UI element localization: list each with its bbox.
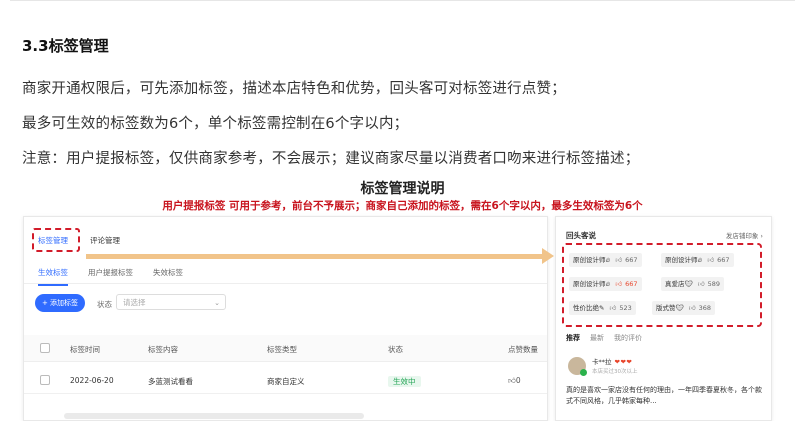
figure-subtitle: 用户提报标签 可用于参考，前台不予展示；商家自己添加的标签，需在6个字以内，最多… <box>162 200 643 212</box>
select-all-checkbox[interactable] <box>40 343 50 353</box>
admin-panel: 标签管理 评论管理 生效标签 用户提报标签 失效标签 + 添加标签 状态 请选择… <box>23 216 548 421</box>
row-status-cell: 生效中 <box>388 376 421 387</box>
partial-row <box>64 413 364 419</box>
row-content: 多蓝测试看看 <box>148 377 193 386</box>
tag-chip[interactable]: 原创设计师🔥︎ 👍︎ 667 <box>569 253 642 267</box>
row-time: 2022-06-20 <box>70 376 114 385</box>
row-checkbox[interactable] <box>40 375 50 385</box>
paragraph-2: 最多可生效的标签数为6个，单个标签需控制在6个字以内； <box>22 116 409 132</box>
tag-label: 版式赞 <box>656 304 676 312</box>
tab-latest[interactable]: 最新 <box>590 333 604 343</box>
highlight-box <box>32 228 80 252</box>
reviewer-name: 卡**拉 <box>592 358 612 366</box>
tag-chip[interactable]: 版式赞💛︎ 👍︎ 368 <box>652 301 716 315</box>
phone-preview: 回头客说 发店铺印象 › 原创设计师🔥︎ 👍︎ 667 原创设计师🔥︎ 👍︎ 667… <box>555 216 772 421</box>
figure-title: 标签管理说明 <box>360 181 445 197</box>
hearts-rating: ❤❤❤ <box>614 358 633 366</box>
tag-count: 589 <box>707 280 721 288</box>
tag-label: 真爱店 <box>665 280 685 288</box>
tag-label: 性价比绝 <box>573 304 599 312</box>
status-filter-select[interactable]: 请选择 ⌄ <box>116 294 226 310</box>
tag-count: 667 <box>625 280 638 288</box>
fire-icon: 🔥︎ <box>605 256 611 264</box>
tag-chip[interactable]: 性价比绝✎ 👍︎ 523 <box>569 301 636 315</box>
thumbs-up-icon: 👍︎ <box>615 280 623 288</box>
col-likes: 点赞数量 <box>508 345 538 354</box>
thumbs-up-icon: 👍︎ <box>707 256 715 264</box>
tag-chip[interactable]: 原创设计师🔥︎ 👍︎ 667 <box>661 253 734 267</box>
add-tag-button[interactable]: + 添加标签 <box>35 294 85 312</box>
tag-count: 523 <box>619 304 632 312</box>
table-row: 2022-06-20 多蓝测试看看 商家自定义 生效中 👍︎0 <box>24 367 547 394</box>
reviewer-meta: 本店买过30次以上 <box>592 369 638 375</box>
tab-my-reviews[interactable]: 我的评价 <box>614 333 642 343</box>
tag-label: 原创设计师 <box>665 256 698 264</box>
tab-review-management[interactable]: 评论管理 <box>90 235 120 246</box>
thumbs-up-icon: 👍︎ <box>688 304 696 312</box>
status-filter-placeholder: 请选择 <box>123 298 146 307</box>
heart-icon: 💛︎ <box>684 280 693 288</box>
status-filter-label: 状态 <box>97 300 112 309</box>
review-tabs: 推荐 最新 我的评价 <box>566 333 642 343</box>
tab-recommended[interactable]: 推荐 <box>566 333 580 343</box>
sparkle-icon: ✎ <box>599 304 605 312</box>
phone-section-title: 回头客说 <box>566 231 596 240</box>
top-divider <box>10 0 795 1</box>
fire-icon: 🔥︎ <box>697 256 703 264</box>
col-content: 标签内容 <box>148 345 178 354</box>
heart-icon: 💛︎ <box>675 304 684 312</box>
table-header: 标签时间 标签内容 标签类型 状态 点赞数量 <box>24 335 547 362</box>
reviewer-name-line: 卡**拉 ❤❤❤ <box>592 356 632 366</box>
tag-count: 368 <box>698 304 712 312</box>
col-time: 标签时间 <box>70 345 100 354</box>
store-impression-link[interactable]: 发店铺印象 › <box>726 230 763 240</box>
tag-chip[interactable]: 原创设计师🔥︎ 👍︎ 667 <box>569 277 642 291</box>
tag-count: 667 <box>625 256 638 264</box>
fire-icon: 🔥︎ <box>605 280 611 288</box>
status-badge: 生效中 <box>388 376 421 387</box>
row-likes-cell: 👍︎0 <box>508 376 521 386</box>
row-type: 商家自定义 <box>267 377 305 386</box>
section-title: 3.3标签管理 <box>22 37 109 55</box>
thumbs-up-icon: 👍︎ <box>609 304 617 312</box>
verified-badge-icon <box>580 369 587 376</box>
chevron-down-icon: ⌄ <box>214 299 220 307</box>
arrow-right-icon <box>542 248 554 264</box>
review-text: 真的是喜欢一家店没有任何的理由，一年四季春夏秋冬，各个款式不同风格，几乎韩家每种… <box>566 386 762 405</box>
col-status: 状态 <box>388 345 403 354</box>
thumbs-up-icon: 👍︎ <box>615 256 623 264</box>
tag-label: 原创设计师 <box>573 280 606 288</box>
paragraph-3: 注意：用户提报标签，仅供商家参考，不会展示；建议商家尽量以消费者口吻来进行标签描… <box>22 151 640 167</box>
thumbs-up-icon: 👍︎ <box>508 376 516 385</box>
divider <box>24 283 547 284</box>
tag-label: 原创设计师 <box>573 256 606 264</box>
row-likes: 0 <box>515 376 521 385</box>
tag-count: 667 <box>717 256 730 264</box>
arrow-shaft <box>86 254 546 259</box>
tag-chip[interactable]: 真爱店💛︎ 👍︎ 589 <box>661 277 725 291</box>
col-type: 标签类型 <box>267 345 297 354</box>
paragraph-1: 商家开通权限后，可先添加标签，描述本店特色和优势，回头客可对标签进行点赞； <box>22 81 566 97</box>
thumbs-up-icon: 👍︎ <box>697 280 705 288</box>
